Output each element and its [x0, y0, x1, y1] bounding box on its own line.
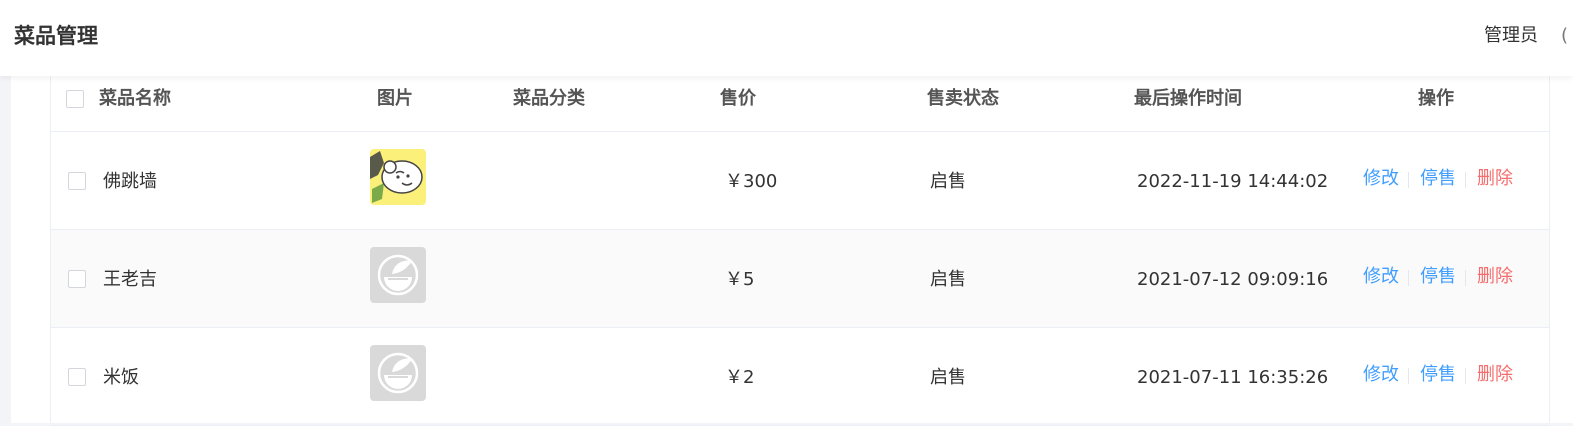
select-all-checkbox[interactable] [66, 90, 84, 108]
dish-name: 王老吉 [103, 269, 157, 290]
column-header-category: 菜品分类 [513, 88, 585, 109]
divider [1408, 172, 1409, 188]
top-bar: 菜品管理 管理员 ( [0, 0, 1573, 76]
table-row: 米饭 ￥2 启售 2021-07-11 16:35:26 修改 停售 删除 [51, 328, 1549, 426]
delete-button[interactable]: 删除 [1477, 166, 1513, 192]
last-operation-time: 2021-07-12 09:09:16 [1137, 269, 1329, 290]
last-operation-time: 2022-11-19 14:44:02 [1137, 171, 1329, 192]
disable-sale-button[interactable]: 停售 [1420, 362, 1456, 388]
table-row: 佛跳墙 ￥300 启售 2022-11-19 14:44:02 修改 停售 删除 [51, 132, 1549, 230]
dish-photo-icon [370, 149, 426, 205]
dish-image[interactable] [370, 247, 426, 303]
user-menu[interactable]: 管理员 [1484, 23, 1538, 49]
sidebar-edge [0, 76, 11, 423]
divider [1408, 270, 1409, 286]
dish-image[interactable] [370, 149, 426, 205]
disable-sale-button[interactable]: 停售 [1420, 166, 1456, 192]
disable-sale-button[interactable]: 停售 [1420, 264, 1456, 290]
divider [1465, 270, 1466, 286]
column-header-image: 图片 [377, 88, 413, 109]
sale-status: 启售 [930, 269, 966, 290]
page-title: 菜品管理 [14, 24, 98, 48]
dish-price: ￥300 [725, 171, 778, 192]
row-checkbox[interactable] [68, 270, 86, 288]
edit-button[interactable]: 修改 [1363, 166, 1399, 192]
row-checkbox[interactable] [68, 368, 86, 386]
divider [1465, 172, 1466, 188]
column-header-status: 售卖状态 [927, 88, 999, 109]
last-operation-time: 2021-07-11 16:35:26 [1137, 367, 1329, 388]
sale-status: 启售 [930, 171, 966, 192]
dish-image[interactable] [370, 345, 426, 401]
dish-price: ￥2 [725, 367, 755, 388]
delete-button[interactable]: 删除 [1477, 264, 1513, 290]
sale-status: 启售 [930, 367, 966, 388]
column-header-name: 菜品名称 [99, 88, 171, 109]
dish-name: 佛跳墙 [103, 171, 157, 192]
delete-button[interactable]: 删除 [1477, 362, 1513, 388]
divider [1465, 368, 1466, 384]
table-row: 王老吉 ￥5 启售 2021-07-12 09:09:16 修改 停售 删除 [51, 230, 1549, 328]
dish-table: 菜品名称 图片 菜品分类 售价 售卖状态 最后操作时间 操作 佛跳墙 ￥300 … [50, 76, 1550, 426]
placeholder-dish-icon [370, 247, 426, 303]
edit-button[interactable]: 修改 [1363, 264, 1399, 290]
column-header-time: 最后操作时间 [1134, 88, 1242, 109]
dish-price: ￥5 [725, 269, 755, 290]
edit-button[interactable]: 修改 [1363, 362, 1399, 388]
table-header: 菜品名称 图片 菜品分类 售价 售卖状态 最后操作时间 操作 [51, 76, 1549, 132]
row-checkbox[interactable] [68, 172, 86, 190]
placeholder-dish-icon [370, 345, 426, 401]
divider [1408, 368, 1409, 384]
column-header-actions: 操作 [1418, 88, 1454, 109]
user-dropdown-icon[interactable]: ( [1561, 23, 1568, 49]
dish-name: 米饭 [103, 367, 139, 388]
column-header-price: 售价 [720, 88, 756, 109]
